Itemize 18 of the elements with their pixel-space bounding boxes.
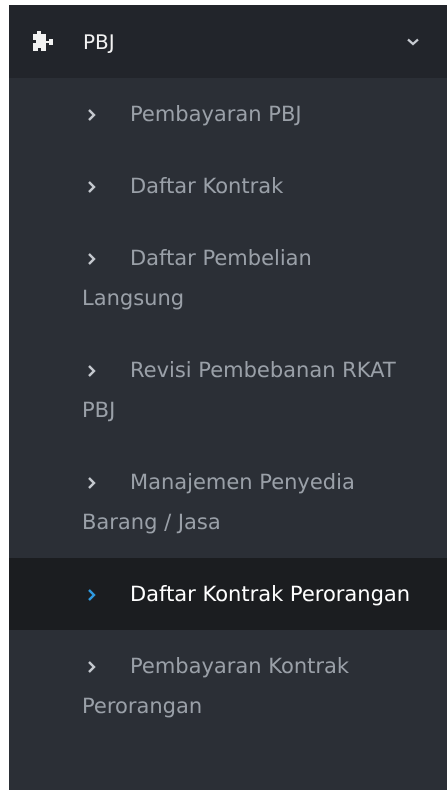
- menu-item[interactable]: Daftar Kontrak: [9, 150, 447, 222]
- chevron-right-icon: [87, 108, 97, 122]
- menu-item[interactable]: Daftar Kontrak Perorangan: [9, 558, 447, 630]
- chevron-down-icon: [407, 38, 419, 46]
- chevron-right-icon: [87, 660, 97, 674]
- menu-item[interactable]: Revisi Pembebanan RKAT PBJ: [9, 334, 447, 446]
- chevron-right-icon: [87, 252, 97, 266]
- menu-header[interactable]: PBJ: [9, 5, 447, 78]
- menu-item[interactable]: Manajemen Penyedia Barang / Jasa: [9, 446, 447, 558]
- chevron-right-icon: [87, 364, 97, 378]
- menu-item[interactable]: Daftar Pembelian Langsung: [9, 222, 447, 334]
- puzzle-icon: [31, 30, 55, 52]
- chevron-right-icon: [87, 476, 97, 490]
- menu-item[interactable]: Pembayaran Kontrak Perorangan: [9, 630, 447, 742]
- chevron-right-icon: [87, 588, 97, 602]
- chevron-right-icon: [87, 180, 97, 194]
- menu-title: PBJ: [83, 30, 116, 54]
- menu-item[interactable]: Pembayaran PBJ: [9, 78, 447, 150]
